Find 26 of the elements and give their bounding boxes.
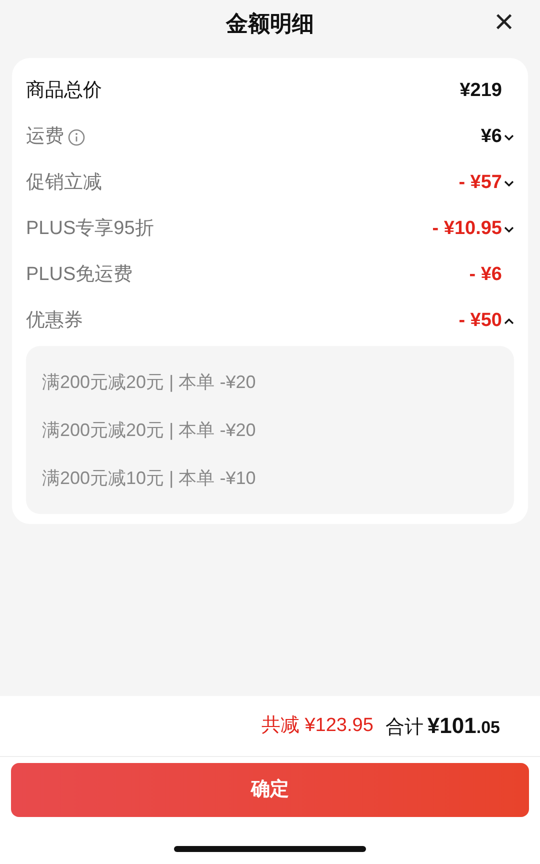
- row-amount: - ¥50: [458, 308, 502, 333]
- row-amount: ¥219: [460, 78, 502, 103]
- row-label: 运费: [26, 124, 64, 149]
- row-amount: - ¥6: [469, 262, 502, 287]
- coupon-line: 满200元减10元 | 本单 -¥10: [42, 466, 257, 490]
- row-amount: - ¥57: [458, 170, 502, 195]
- row-label: 商品总价: [26, 78, 102, 103]
- chevron-down-icon: [504, 226, 514, 232]
- coupon-line: 满200元减20元 | 本单 -¥20: [42, 418, 257, 442]
- info-icon[interactable]: [68, 128, 85, 146]
- total-label: 合计: [385, 716, 424, 740]
- chevron-down-icon: [504, 134, 514, 140]
- coupon-line: 满200元减20元 | 本单 -¥20: [42, 370, 257, 394]
- chevron-up-icon: [504, 318, 514, 324]
- close-button[interactable]: ×: [494, 4, 514, 40]
- confirm-button[interactable]: 确定: [11, 763, 529, 817]
- total-amount: ¥101.05: [427, 712, 500, 740]
- row-amount: - ¥10.95: [432, 216, 502, 241]
- row-label: 优惠券: [26, 308, 83, 333]
- row-label: PLUS免运费: [26, 262, 133, 287]
- chevron-down-icon: [504, 180, 514, 186]
- row-amount: ¥6: [480, 124, 502, 149]
- row-label: 促销立减: [26, 170, 102, 195]
- total-discount: 共减 ¥123.95: [261, 714, 374, 738]
- row-label: PLUS专享95折: [26, 216, 154, 241]
- sheet-title: 金额明细: [226, 10, 314, 38]
